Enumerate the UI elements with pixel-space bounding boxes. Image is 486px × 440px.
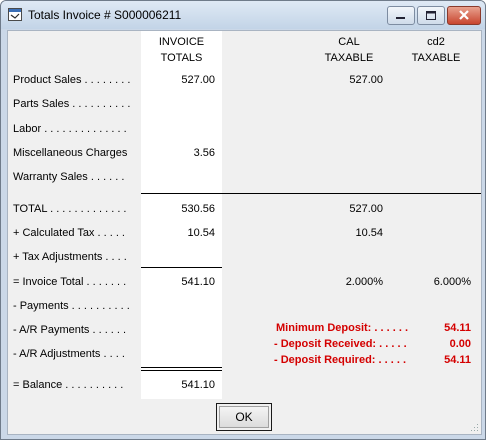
misc-charges-invoice: 3.56 — [193, 147, 215, 159]
cd2-header-line1: cd2 — [427, 36, 445, 48]
maximize-button[interactable] — [417, 6, 445, 25]
labor-label: Labor . . . . . . . . . . . . . . — [13, 123, 127, 135]
invoice-total-cal-rate: 2.000% — [345, 276, 383, 288]
invoice-total-separator — [141, 267, 222, 268]
ar-payments-label: - A/R Payments . . . . . . — [13, 324, 127, 336]
product-sales-invoice: 527.00 — [181, 74, 215, 86]
title-bar[interactable]: Totals Invoice # S000006211 — [1, 1, 485, 29]
cal-header-line2: TAXABLE — [324, 52, 374, 64]
total-cal: 527.00 — [349, 203, 383, 215]
balance-invoice: 541.10 — [181, 379, 215, 391]
cal-header-line1: CAL — [338, 36, 360, 48]
minimum-deposit-label: Minimum Deposit: . . . . . . — [276, 322, 409, 334]
invoice-totals-column — [141, 31, 222, 399]
invoice-total-invoice: 541.10 — [181, 276, 215, 288]
cd2-taxable-header: cd2 TAXABLE — [401, 34, 471, 66]
balance-double-line-bottom — [141, 370, 222, 371]
total-separator — [141, 193, 481, 194]
totals-invoice-window: Totals Invoice # S000006211 INVOICE TOTA… — [0, 0, 486, 440]
resize-grip-icon[interactable] — [469, 422, 479, 432]
calculated-tax-cal: 10.54 — [355, 227, 383, 239]
balance-double-line-top — [141, 367, 222, 368]
deposit-received-value: 0.00 — [449, 338, 471, 350]
minimize-icon — [396, 17, 405, 19]
minimum-deposit-value: 54.11 — [444, 322, 471, 334]
deposit-received-label: - Deposit Received: . . . . . — [274, 338, 407, 350]
product-sales-label: Product Sales . . . . . . . . — [13, 74, 131, 86]
warranty-sales-label: Warranty Sales . . . . . . — [13, 171, 125, 183]
ok-button[interactable]: OK — [216, 403, 272, 431]
window-title: Totals Invoice # S000006211 — [28, 8, 182, 22]
total-invoice: 530.56 — [181, 203, 215, 215]
invoice-total-cd2-rate: 6.000% — [433, 276, 471, 288]
cd2-header-line2: TAXABLE — [411, 52, 461, 64]
invoice-app-icon — [8, 8, 22, 21]
ok-button-label: OK — [235, 410, 253, 424]
deposit-required-value: 54.11 — [444, 354, 471, 366]
invoice-header-line1: INVOICE — [158, 36, 205, 48]
payments-label: - Payments . . . . . . . . . . — [13, 300, 130, 312]
totals-panel: INVOICE TOTALS CAL TAXABLE cd2 TAXABLE P… — [7, 30, 482, 435]
maximize-icon — [426, 11, 436, 20]
misc-charges-label: Miscellaneous Charges — [13, 147, 128, 159]
calculated-tax-label: + Calculated Tax . . . . . — [13, 227, 125, 239]
close-icon — [459, 10, 469, 20]
minimize-button[interactable] — [387, 6, 415, 25]
ok-button-face[interactable]: OK — [219, 406, 269, 428]
invoice-total-label: = Invoice Total . . . . . . . — [13, 276, 127, 288]
invoice-totals-header: INVOICE TOTALS — [141, 34, 222, 66]
ar-adjustments-label: - A/R Adjustments . . . . — [13, 348, 125, 360]
cal-taxable-header: CAL TAXABLE — [314, 34, 384, 66]
invoice-header-line2: TOTALS — [160, 52, 203, 64]
close-button[interactable] — [447, 6, 481, 25]
balance-label: = Balance . . . . . . . . . . — [13, 379, 124, 391]
total-label: TOTAL . . . . . . . . . . . . . — [13, 203, 127, 215]
calculated-tax-invoice: 10.54 — [187, 227, 215, 239]
deposit-required-label: - Deposit Required: . . . . . — [274, 354, 407, 366]
tax-adjustments-label: + Tax Adjustments . . . . — [13, 251, 127, 263]
parts-sales-label: Parts Sales . . . . . . . . . . — [13, 98, 131, 110]
product-sales-cal: 527.00 — [349, 74, 383, 86]
